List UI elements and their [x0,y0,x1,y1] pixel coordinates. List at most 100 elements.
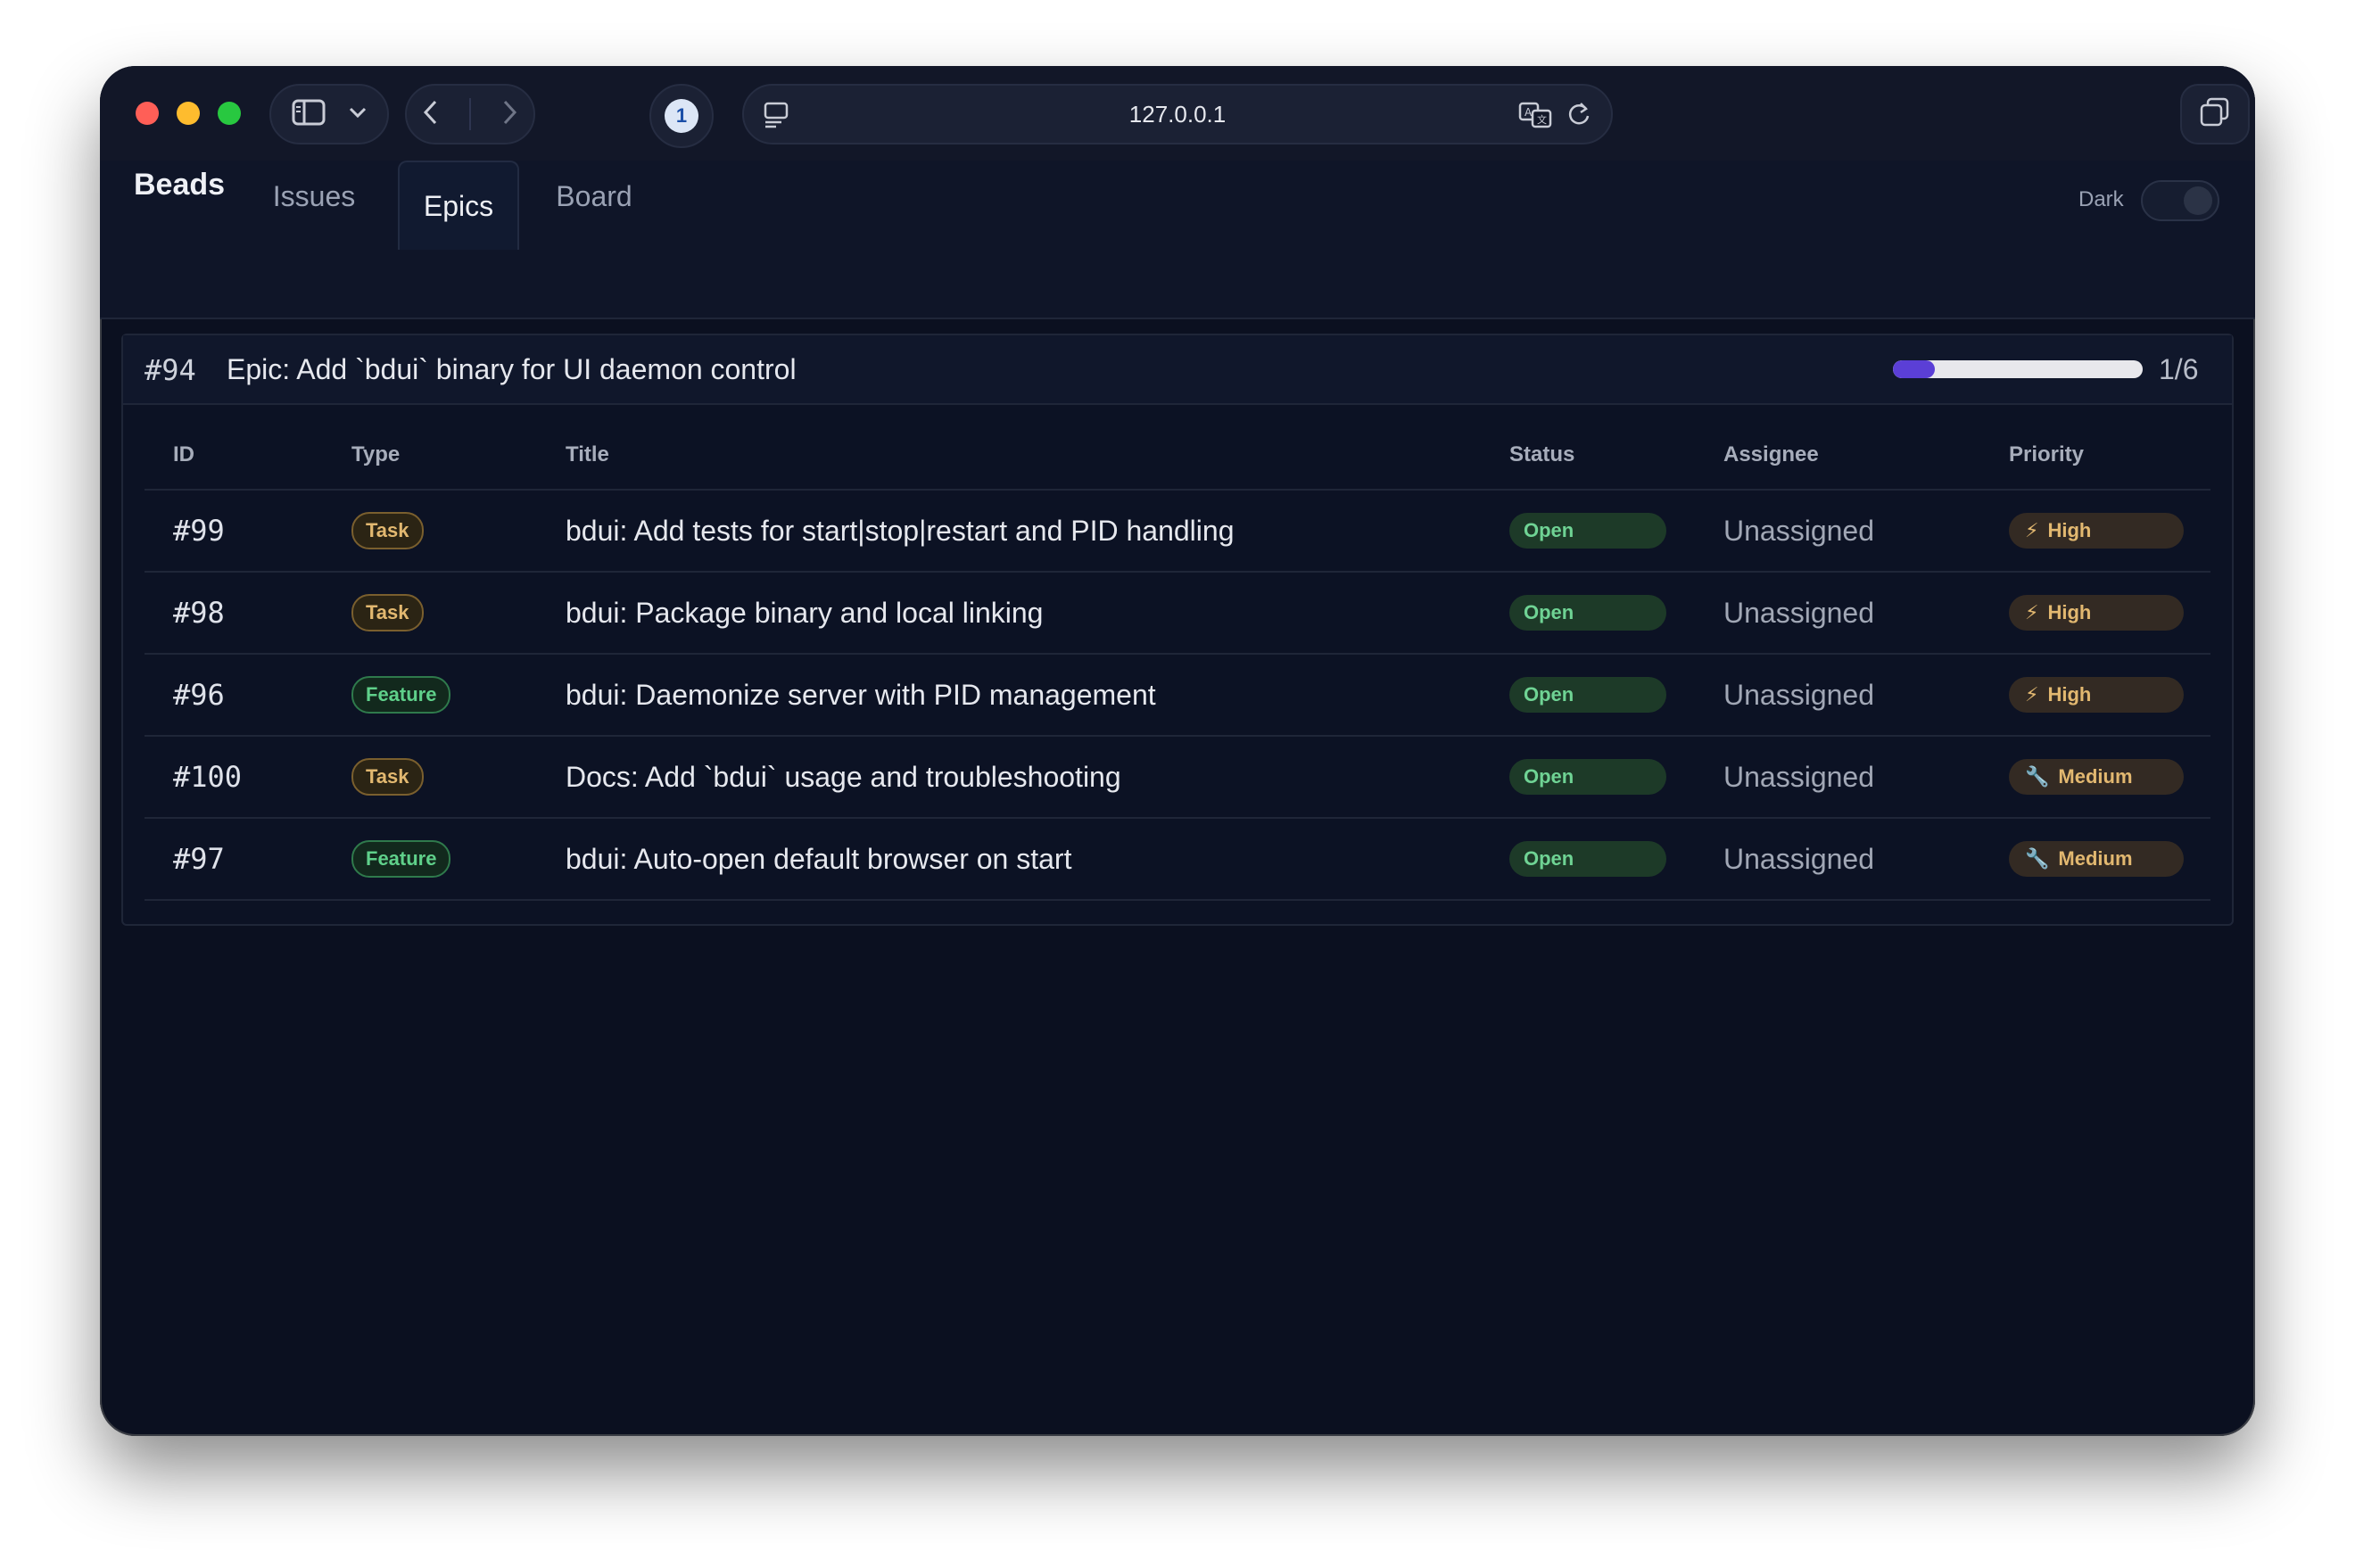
issue-id[interactable]: #98 [173,573,225,653]
issue-id[interactable]: #96 [173,655,225,735]
app-title[interactable]: Beads [134,168,225,202]
assignee[interactable]: Unassigned [1723,655,1874,735]
svg-text:文: 文 [1537,113,1547,126]
priority-label: High [2047,519,2092,541]
priority-badge[interactable]: 🔧 Medium [2009,759,2184,795]
column-header-title[interactable]: Title [566,442,609,467]
status-cell: Open [1509,491,1666,571]
type-cell: Feature [351,819,451,899]
epic-id: #94 [145,353,196,387]
toggle-knob [2184,186,2212,215]
chevron-down-icon[interactable] [348,106,368,123]
table-header: ID Type Title Status Assignee Priority [145,407,2210,491]
priority-label: Medium [2058,847,2133,870]
column-header-assignee[interactable]: Assignee [1723,442,1819,467]
issue-title[interactable]: bdui: Daemonize server with PID manageme… [566,655,1156,735]
tab-board[interactable]: Board [541,161,648,232]
assignee[interactable]: Unassigned [1723,573,1874,653]
page-menu-icon[interactable] [764,102,789,133]
type-cell: Feature [351,655,451,735]
tab-epics[interactable]: Epics [398,161,519,250]
minimize-window-button[interactable] [177,102,200,125]
reload-icon[interactable] [1566,100,1591,135]
tab-overview-icon [2199,97,2231,132]
table-row[interactable]: #100 Task Docs: Add `bdui` usage and tro… [145,737,2210,819]
table-row[interactable]: #96 Feature bdui: Daemonize server with … [145,655,2210,737]
priority-label: Medium [2058,765,2133,788]
address-bar-actions: A文 [1518,100,1591,135]
table-row[interactable]: #97 Feature bdui: Auto-open default brow… [145,819,2210,901]
forward-icon[interactable] [500,99,518,130]
browser-window: 1 127.0.0.1 A文 Beads Issues Epics Board … [100,66,2255,1436]
extension-button[interactable]: 1 [649,84,714,148]
lightning-icon: ⚡ [2025,683,2039,706]
epic-progress-fill [1893,360,1935,378]
table-row[interactable]: #98 Task bdui: Package binary and local … [145,573,2210,655]
type-cell: Task [351,491,424,571]
type-badge: Task [351,512,424,549]
priority-badge[interactable]: 🔧 Medium [2009,841,2184,877]
type-cell: Task [351,737,424,817]
close-window-button[interactable] [136,102,159,125]
priority-label: High [2047,683,2092,706]
epic-panel: #94 Epic: Add `bdui` binary for UI daemo… [121,334,2234,926]
url-text: 127.0.0.1 [1128,100,1227,128]
priority-cell: ⚡ High [2009,491,2184,571]
status-badge[interactable]: Open [1509,759,1666,795]
type-cell: Task [351,573,424,653]
column-header-type[interactable]: Type [351,442,400,467]
back-icon[interactable] [422,99,440,130]
issue-id[interactable]: #100 [173,737,242,817]
app-header: Beads Issues Epics Board Dark [100,161,2255,319]
status-badge[interactable]: Open [1509,841,1666,877]
column-header-status[interactable]: Status [1509,442,1574,467]
type-badge: Feature [351,676,451,714]
column-header-priority[interactable]: Priority [2009,442,2084,467]
priority-label: High [2047,601,2092,623]
issue-title[interactable]: bdui: Add tests for start|stop|restart a… [566,491,1234,571]
type-badge: Feature [351,840,451,878]
assignee[interactable]: Unassigned [1723,737,1874,817]
issue-title[interactable]: bdui: Auto-open default browser on start [566,819,1071,899]
epic-progress-bar [1893,360,2143,378]
column-header-id[interactable]: ID [173,442,194,467]
sidebar-toggle-button[interactable] [269,84,389,144]
address-bar[interactable]: 127.0.0.1 A文 [742,84,1613,144]
status-cell: Open [1509,655,1666,735]
priority-cell: 🔧 Medium [2009,819,2184,899]
status-badge[interactable]: Open [1509,595,1666,631]
issue-title[interactable]: Docs: Add `bdui` usage and troubleshooti… [566,737,1121,817]
wrench-icon: 🔧 [2025,765,2050,788]
tab-overview-button[interactable] [2180,84,2250,144]
priority-badge[interactable]: ⚡ High [2009,513,2184,549]
wrench-icon: 🔧 [2025,847,2050,870]
priority-badge[interactable]: ⚡ High [2009,595,2184,631]
priority-badge[interactable]: ⚡ High [2009,677,2184,713]
epic-title: Epic: Add `bdui` binary for UI daemon co… [227,353,797,385]
translate-icon[interactable]: A文 [1518,100,1554,135]
type-badge: Task [351,594,424,631]
password-extension-icon: 1 [665,99,698,133]
status-badge[interactable]: Open [1509,513,1666,549]
status-cell: Open [1509,737,1666,817]
sidebar-icon [292,99,326,130]
priority-cell: 🔧 Medium [2009,737,2184,817]
nav-divider [468,98,471,130]
issue-id[interactable]: #99 [173,491,225,571]
lightning-icon: ⚡ [2025,519,2039,541]
assignee[interactable]: Unassigned [1723,491,1874,571]
epic-header[interactable]: #94 Epic: Add `bdui` binary for UI daemo… [123,335,2232,405]
status-badge[interactable]: Open [1509,677,1666,713]
zoom-window-button[interactable] [218,102,241,125]
issue-title[interactable]: bdui: Package binary and local linking [566,573,1043,653]
svg-text:A: A [1525,106,1533,119]
table-row[interactable]: #99 Task bdui: Add tests for start|stop|… [145,491,2210,573]
assignee[interactable]: Unassigned [1723,819,1874,899]
theme-toggle[interactable] [2141,180,2219,221]
priority-cell: ⚡ High [2009,655,2184,735]
priority-cell: ⚡ High [2009,573,2184,653]
child-issues-table: ID Type Title Status Assignee Priority #… [145,407,2210,901]
status-cell: Open [1509,819,1666,899]
tab-issues[interactable]: Issues [260,161,368,232]
issue-id[interactable]: #97 [173,819,225,899]
